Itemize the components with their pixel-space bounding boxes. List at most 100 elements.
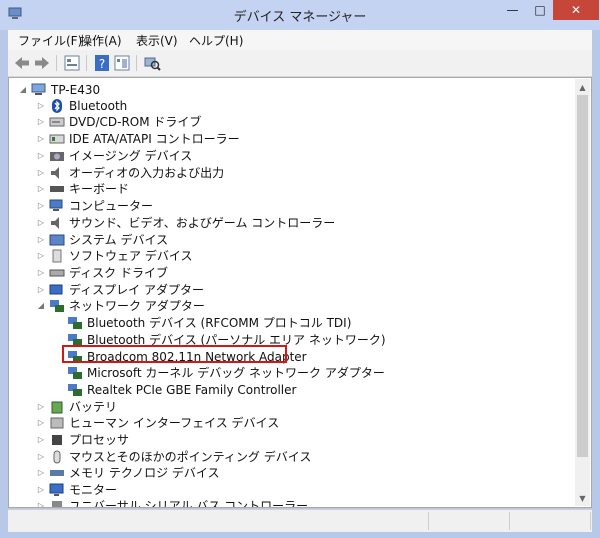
tree-item-audio-io[interactable]: ▷ オーディオの入力および出力 — [35, 164, 224, 181]
expand-arrow-icon[interactable]: ▷ — [35, 235, 47, 244]
svg-text:?: ? — [99, 57, 105, 71]
tree-item-hid[interactable]: ▷ ヒューマン インターフェイス デバイス — [35, 414, 279, 431]
computer-icon — [31, 83, 46, 95]
status-cell — [429, 512, 510, 530]
tree-item-dvd[interactable]: ▷ DVD/CD-ROM ドライブ — [35, 113, 202, 130]
ide-controller-icon — [49, 134, 65, 143]
expand-arrow-icon[interactable]: ▷ — [35, 285, 47, 294]
tree-root[interactable]: ◢ TP-E430 — [17, 81, 100, 98]
tree-item-label: プロセッサ — [69, 433, 130, 447]
expand-arrow-icon[interactable]: ▷ — [35, 151, 47, 160]
tree-item-battery[interactable]: ▷ バッテリ — [35, 398, 117, 415]
bluetooth-icon — [52, 98, 62, 113]
keyboard-icon — [50, 185, 64, 192]
expand-arrow-icon[interactable]: ▷ — [35, 485, 47, 494]
tree-child-ms-kernel-debug[interactable]: Microsoft カーネル デバッグ ネットワーク アダプター — [67, 364, 385, 381]
tree-item-software[interactable]: ▷ ソフトウェア デバイス — [35, 247, 192, 264]
tree-item-imaging[interactable]: ▷ イメージング デバイス — [35, 147, 192, 164]
status-cell — [8, 512, 429, 530]
tree-child-realtek[interactable]: Realtek PCIe GBE Family Controller — [67, 381, 296, 398]
view-icon[interactable] — [113, 54, 131, 72]
collapse-arrow-icon[interactable]: ◢ — [35, 301, 47, 310]
tree-item-ide[interactable]: ▷ IDE ATA/ATAPI コントローラー — [35, 130, 240, 147]
tree-item-label: Microsoft カーネル デバッグ ネットワーク アダプター — [87, 366, 385, 380]
toolbar-separator — [86, 55, 87, 71]
tree-item-keyboard[interactable]: ▷ キーボード — [35, 180, 129, 197]
expand-arrow-icon[interactable]: ▷ — [35, 168, 47, 177]
mouse-icon — [53, 450, 61, 463]
expand-arrow-icon[interactable]: ▷ — [35, 117, 47, 126]
disk-drive-icon — [49, 269, 65, 276]
vertical-scrollbar[interactable]: ▲ ▼ — [575, 79, 590, 506]
maximize-button[interactable]: □ — [527, 0, 553, 20]
usb-icon — [52, 500, 62, 507]
tree-item-label: DVD/CD-ROM ドライブ — [69, 115, 202, 129]
camera-icon — [50, 151, 64, 161]
tree-item-label: ディスプレイ アダプター — [69, 283, 204, 297]
tree-item-network[interactable]: ◢ ネットワーク アダプター — [35, 297, 205, 314]
menu-bar: ファイル(F) 操作(A) 表示(V) ヘルプ(H) — [8, 30, 592, 50]
network-adapter-icon — [68, 316, 82, 329]
forward-arrow-icon[interactable] — [33, 54, 51, 72]
expand-arrow-icon[interactable]: ▷ — [35, 268, 47, 277]
tree-item-label: ソフトウェア デバイス — [69, 249, 193, 263]
tree-item-display[interactable]: ▷ ディスプレイ アダプター — [35, 281, 204, 298]
expand-arrow-icon[interactable]: ▷ — [35, 418, 47, 427]
tree-item-sound-video[interactable]: ▷ サウンド、ビデオ、およびゲーム コントローラー — [35, 214, 335, 231]
toolbar: ? — [8, 50, 592, 77]
software-device-icon — [52, 249, 62, 262]
tree-item-label: コンピューター — [69, 199, 154, 213]
help-icon[interactable]: ? — [93, 54, 111, 72]
expand-arrow-icon[interactable]: ▷ — [35, 251, 47, 260]
expand-arrow-icon[interactable]: ▷ — [35, 101, 47, 110]
tree-item-label: マウスとそのほかのポインティング デバイス — [69, 450, 312, 464]
menu-file[interactable]: ファイル(F) — [18, 32, 82, 49]
toolbar-separator — [56, 55, 57, 71]
tree-item-label: オーディオの入力および出力 — [69, 166, 225, 180]
dvd-drive-icon — [49, 117, 65, 126]
tree-item-label: Bluetooth デバイス (RFCOMM プロトコル TDI) — [87, 316, 352, 330]
expand-arrow-icon[interactable]: ▷ — [35, 468, 47, 477]
minimize-button[interactable]: — — [499, 0, 526, 20]
tree-item-label: キーボード — [69, 182, 130, 196]
scan-hardware-icon[interactable] — [143, 54, 161, 72]
scroll-down-icon[interactable]: ▼ — [575, 491, 590, 505]
tree-item-disk[interactable]: ▷ ディスク ドライブ — [35, 264, 168, 281]
status-bar — [8, 509, 592, 532]
scrollbar-thumb[interactable] — [577, 95, 588, 457]
tree-item-usb[interactable]: ▷ ユニバーサル シリアル バス コントローラー — [35, 497, 308, 507]
tree-item-memory[interactable]: ▷ メモリ テクノロジ デバイス — [35, 464, 220, 481]
network-adapter-icon — [68, 383, 82, 396]
properties-icon[interactable] — [63, 54, 81, 72]
device-tree: ◢ TP-E430 ▷ Bluetooth ▷ DVD/CD-ROM ドライブ … — [8, 77, 592, 508]
menu-view[interactable]: 表示(V) — [136, 32, 178, 49]
tree-item-system[interactable]: ▷ システム デバイス — [35, 231, 168, 248]
tree-item-label: モニター — [69, 483, 118, 497]
tree-item-processor[interactable]: ▷ プロセッサ — [35, 431, 129, 448]
tree-item-monitor[interactable]: ▷ モニター — [35, 481, 117, 498]
tree-item-label: システム デバイス — [69, 233, 169, 247]
expand-arrow-icon[interactable]: ▷ — [35, 218, 47, 227]
status-cell — [510, 512, 591, 530]
tree-child-bt-rfcomm[interactable]: Bluetooth デバイス (RFCOMM プロトコル TDI) — [67, 314, 351, 331]
processor-icon — [52, 434, 62, 445]
tree-item-mouse[interactable]: ▷ マウスとそのほかのポインティング デバイス — [35, 448, 311, 465]
expand-arrow-icon[interactable]: ▷ — [35, 402, 47, 411]
expand-arrow-icon[interactable]: ▷ — [35, 435, 47, 444]
toolbar-separator — [136, 55, 137, 71]
expand-arrow-icon[interactable]: ▷ — [35, 201, 47, 210]
tree-item-label: IDE ATA/ATAPI コントローラー — [69, 132, 240, 146]
expand-arrow-icon[interactable]: ▷ — [35, 184, 47, 193]
expand-arrow-icon[interactable]: ▷ — [35, 501, 47, 507]
menu-help[interactable]: ヘルプ(H) — [189, 32, 243, 49]
back-arrow-icon[interactable] — [13, 54, 31, 72]
tree-item-bluetooth[interactable]: ▷ Bluetooth — [35, 97, 127, 114]
close-button[interactable]: ✕ — [553, 0, 599, 20]
scroll-up-icon[interactable]: ▲ — [575, 80, 590, 94]
collapse-arrow-icon[interactable]: ◢ — [17, 85, 29, 94]
menu-action[interactable]: 操作(A) — [80, 32, 122, 49]
expand-arrow-icon[interactable]: ▷ — [35, 134, 47, 143]
network-adapter-icon — [50, 299, 64, 312]
expand-arrow-icon[interactable]: ▷ — [35, 452, 47, 461]
tree-item-computer[interactable]: ▷ コンピューター — [35, 197, 153, 214]
